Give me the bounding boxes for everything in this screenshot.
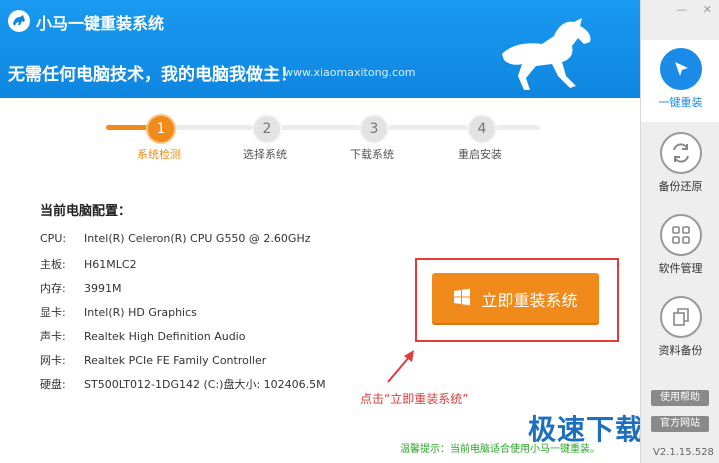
spec-row-memory: 内存: 3991M bbox=[40, 280, 122, 296]
header-banner: 小马一键重装系统 无需任何电脑技术，我的电脑我做主！ www.xiaomaxit… bbox=[0, 0, 640, 98]
spec-value: Realtek PCIe FE Family Controller bbox=[84, 354, 267, 367]
refresh-icon bbox=[659, 132, 702, 174]
step-1-label: 系统检测 bbox=[137, 148, 181, 161]
spec-row-motherboard: 主板: H61MLC2 bbox=[40, 256, 137, 272]
spec-label: CPU: bbox=[40, 232, 67, 245]
step-4-indicator: 4 bbox=[467, 114, 497, 144]
sidebar-item-label: 一键重装 bbox=[658, 96, 703, 109]
spec-value: 3991M bbox=[84, 282, 122, 295]
callout-arrow-icon bbox=[387, 350, 414, 383]
sidebar-item-reinstall[interactable]: 一键重装 bbox=[641, 40, 719, 122]
sidebar: — ✕ 一键重装 备份还原 软件管理 资料备份 使用帮助 官方网站 V2.1.1… bbox=[640, 0, 719, 463]
spec-row-cpu: CPU: Intel(R) Celeron(R) CPU G550 @ 2.60G… bbox=[40, 232, 311, 245]
spec-row-disk: 硬盘: ST500LT012-1DG142 (C:)盘大小: 102406.5M bbox=[40, 376, 326, 392]
spec-row-graphics: 显卡: Intel(R) HD Graphics bbox=[40, 304, 197, 320]
spec-value: Intel(R) Celeron(R) CPU G550 @ 2.60GHz bbox=[84, 232, 311, 245]
step-2-label: 选择系统 bbox=[243, 148, 287, 161]
sidebar-item-label: 备份还原 bbox=[658, 180, 703, 193]
step-4-label: 重启安装 bbox=[458, 148, 502, 161]
install-now-label: 立即重装系统 bbox=[481, 291, 578, 310]
horse-logo-icon bbox=[8, 10, 30, 32]
help-button[interactable]: 使用帮助 bbox=[651, 390, 709, 406]
spec-label: 声卡: bbox=[40, 330, 66, 343]
spec-label: 硬盘: bbox=[40, 378, 66, 391]
step-1-indicator: 1 bbox=[146, 114, 176, 144]
spec-label: 网卡: bbox=[40, 354, 66, 367]
sidebar-item-label: 软件管理 bbox=[658, 262, 703, 275]
sidebar-item-data-backup[interactable]: 资料备份 bbox=[641, 288, 719, 370]
app-title: 小马一键重装系统 bbox=[36, 14, 165, 33]
official-site-button[interactable]: 官方网站 bbox=[651, 416, 709, 432]
spec-value: ST500LT012-1DG142 (C:)盘大小: 102406.5M bbox=[84, 378, 326, 391]
spec-value: Intel(R) HD Graphics bbox=[84, 306, 197, 319]
spec-label: 主板: bbox=[40, 258, 66, 271]
spec-value: Realtek High Definition Audio bbox=[84, 330, 246, 343]
config-title: 当前电脑配置： bbox=[40, 204, 132, 219]
spec-label: 内存: bbox=[40, 282, 66, 295]
sidebar-item-software[interactable]: 软件管理 bbox=[641, 206, 719, 288]
horse-illustration bbox=[492, 14, 602, 94]
grid-icon bbox=[659, 214, 702, 256]
app-window: 小马一键重装系统 无需任何电脑技术，我的电脑我做主！ www.xiaomaxit… bbox=[0, 0, 719, 463]
spec-row-sound: 声卡: Realtek High Definition Audio bbox=[40, 328, 245, 344]
step-3-indicator: 3 bbox=[359, 114, 389, 144]
slogan: 无需任何电脑技术，我的电脑我做主！ bbox=[8, 65, 297, 85]
sidebar-item-backup-restore[interactable]: 备份还原 bbox=[641, 124, 719, 206]
callout-text: 点击“立即重装系统” bbox=[360, 392, 469, 406]
progress-steps: 1 2 3 4 系统检测 选择系统 下载系统 重启安装 bbox=[100, 108, 540, 164]
close-icon[interactable]: ✕ bbox=[703, 3, 712, 16]
version-label: V2.1.15.528 bbox=[653, 447, 714, 458]
cursor-icon bbox=[659, 48, 702, 90]
window-controls: — ✕ bbox=[664, 3, 712, 16]
install-now-button[interactable]: 立即重装系统 bbox=[432, 273, 599, 325]
spec-label: 显卡: bbox=[40, 306, 66, 319]
step-2-indicator: 2 bbox=[252, 114, 282, 144]
step-3-label: 下载系统 bbox=[350, 148, 394, 161]
sidebar-item-label: 资料备份 bbox=[658, 344, 703, 357]
copy-icon bbox=[659, 296, 702, 338]
spec-value: H61MLC2 bbox=[84, 258, 137, 271]
minimize-icon[interactable]: — bbox=[676, 3, 687, 16]
website-link[interactable]: www.xiaomaxitong.com bbox=[284, 66, 416, 79]
windows-logo-icon bbox=[453, 288, 471, 310]
spec-row-network: 网卡: Realtek PCIe FE Family Controller bbox=[40, 352, 266, 368]
